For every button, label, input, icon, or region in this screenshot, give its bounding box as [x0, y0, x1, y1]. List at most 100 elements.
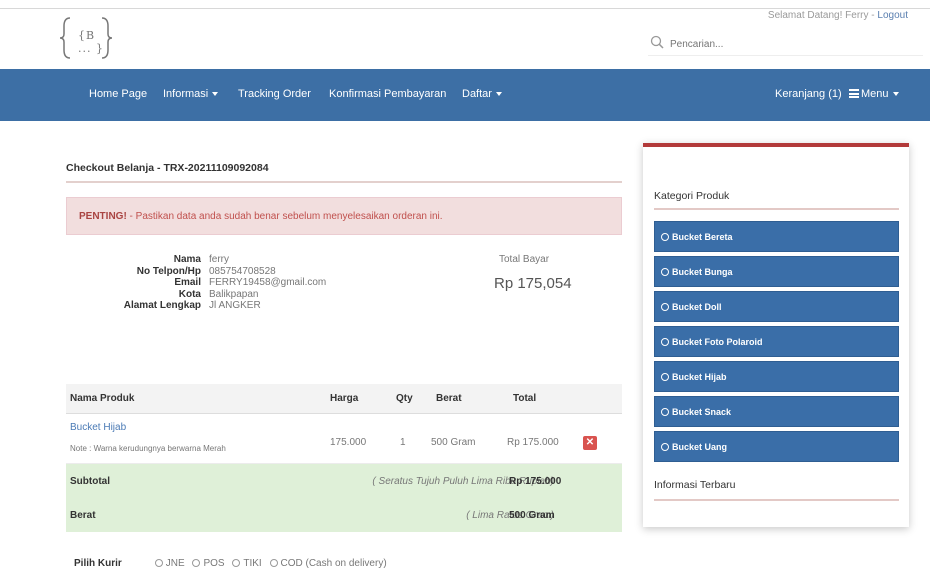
welcome-user: Selamat Datang! Ferry: [767, 10, 869, 21]
category-bucket-uang[interactable]: Bucket Uang: [654, 431, 899, 462]
category-bucket-foto-polaroid[interactable]: Bucket Foto Polaroid: [654, 326, 899, 357]
kategori-divider: [654, 208, 899, 210]
main-navbar: Home Page Informasi Tracking Order Konfi…: [0, 69, 930, 121]
menu-icon: [849, 89, 859, 98]
label-email: Email: [174, 277, 201, 289]
nav-menu[interactable]: Menu: [849, 88, 899, 100]
nav-konfirmasi-pembayaran[interactable]: Konfirmasi Pembayaran: [329, 88, 446, 100]
top-border: [0, 8, 930, 9]
caret-down-icon: [892, 92, 899, 97]
sidebar-panel: Kategori Produk Bucket Bereta Bucket Bun…: [643, 143, 909, 527]
nav-daftar-label: Daftar: [462, 88, 492, 100]
label-telpon: No Telpon/Hp: [136, 265, 201, 277]
table-header: Nama Produk Harga Qty Berat Total: [66, 384, 622, 414]
subtotal-value: Rp 175.000: [509, 476, 562, 487]
caret-down-icon: [212, 92, 219, 97]
category-label: Bucket Doll: [672, 302, 722, 312]
search-input[interactable]: [670, 34, 910, 54]
category-icon: [661, 373, 669, 381]
kategori-heading: Kategori Produk: [654, 190, 730, 202]
total-bayar-amount: Rp 175,054: [494, 275, 572, 292]
category-bucket-doll[interactable]: Bucket Doll: [654, 291, 899, 322]
remove-icon: ✕: [585, 437, 595, 448]
value-kota: Balikpapan: [209, 288, 259, 300]
radio-cod-label: COD (Cash on delivery): [280, 558, 387, 569]
label-nama: Nama: [173, 254, 201, 265]
category-label: Bucket Hijab: [672, 372, 727, 382]
alert-strong: PENTING!: [79, 211, 127, 222]
nav-home[interactable]: Home Page: [89, 88, 147, 100]
radio-circle[interactable]: [192, 559, 201, 567]
label-kota: Kota: [178, 288, 201, 300]
berat-label: Berat: [70, 510, 96, 521]
radio-pos[interactable]: POS: [192, 558, 225, 569]
category-bucket-snack[interactable]: Bucket Snack: [654, 396, 899, 427]
search-icon: [650, 35, 664, 49]
page-title: Checkout Belanja - TRX-20211109092084: [66, 162, 269, 174]
customer-info-values: ferry 085754708528 FERRY19458@gmail.com …: [209, 254, 459, 312]
nav-tracking-order[interactable]: Tracking Order: [238, 88, 311, 100]
category-icon: [661, 233, 669, 241]
radio-tiki-label: TIKI: [243, 558, 262, 569]
category-label: Bucket Bunga: [672, 267, 733, 277]
search-box[interactable]: [648, 34, 923, 56]
berat-row: Berat ( Lima Ratus Gram) 500 Gram: [66, 498, 622, 532]
kurir-label: Pilih Kurir: [74, 558, 122, 569]
product-link[interactable]: Bucket Hijab: [70, 422, 126, 433]
category-icon: [661, 443, 669, 451]
welcome-text: Selamat Datang! Ferry - Logout: [767, 10, 908, 21]
courier-selector: Pilih Kurir JNE POS TIKI COD (Cash on de…: [74, 558, 392, 569]
category-label: Bucket Bereta: [672, 232, 733, 242]
nav-daftar[interactable]: Daftar: [462, 88, 502, 100]
value-telpon: 085754708528: [209, 265, 276, 277]
category-icon: [661, 408, 669, 416]
radio-tiki[interactable]: TIKI: [232, 558, 262, 569]
table-row: Bucket Hijab Note : Warna kerudungnya be…: [66, 414, 622, 464]
informasi-heading: Informasi Terbaru: [654, 479, 736, 491]
radio-pos-label: POS: [203, 558, 225, 569]
category-bucket-bunga[interactable]: Bucket Bunga: [654, 256, 899, 287]
informasi-divider: [654, 499, 899, 501]
category-bucket-hijab[interactable]: Bucket Hijab: [654, 361, 899, 392]
nav-menu-label: Menu: [861, 88, 889, 100]
th-nama-produk: Nama Produk: [70, 393, 135, 404]
caret-down-icon: [495, 92, 502, 97]
customer-info-labels: Nama No Telpon/Hp Email Kota Alamat Leng…: [66, 254, 201, 312]
logo-text: {B ... }: [78, 29, 104, 55]
cell-qty: 1: [400, 437, 406, 448]
radio-circle[interactable]: [154, 559, 163, 567]
category-label: Bucket Uang: [672, 442, 728, 452]
cell-berat: 500 Gram: [431, 437, 476, 448]
nav-cart[interactable]: Keranjang (1): [775, 88, 842, 100]
site-logo[interactable]: {B ... }: [60, 14, 112, 62]
category-bucket-bereta[interactable]: Bucket Bereta: [654, 221, 899, 252]
category-icon: [661, 338, 669, 346]
subtotal-row: Subtotal ( Seratus Tujuh Puluh Lima Ribu…: [66, 464, 622, 498]
th-total: Total: [513, 393, 537, 404]
cell-total: Rp 175.000: [507, 437, 559, 448]
value-nama: ferry: [209, 254, 229, 265]
category-label: Bucket Foto Polaroid: [672, 337, 763, 347]
category-label: Bucket Snack: [672, 407, 732, 417]
radio-jne-label: JNE: [165, 558, 185, 569]
label-alamat: Alamat Lengkap: [123, 300, 201, 312]
value-email: FERRY19458@gmail.com: [209, 277, 327, 289]
th-qty: Qty: [396, 393, 413, 404]
radio-circle[interactable]: [269, 559, 278, 567]
berat-value: 500 Gram: [509, 510, 555, 521]
warning-alert: PENTING! - Pastikan data anda sudah bena…: [66, 197, 622, 235]
value-alamat: Jl ANGKER: [209, 300, 261, 312]
logout-link[interactable]: Logout: [877, 10, 908, 21]
th-harga: Harga: [330, 393, 359, 404]
nav-informasi[interactable]: Informasi: [163, 88, 219, 100]
radio-jne[interactable]: JNE: [154, 558, 185, 569]
cell-harga: 175.000: [330, 437, 367, 448]
category-icon: [661, 268, 669, 276]
remove-item-button[interactable]: ✕: [583, 436, 597, 450]
total-bayar-label: Total Bayar: [499, 254, 550, 265]
radio-cod[interactable]: COD (Cash on delivery): [269, 558, 387, 569]
title-divider: [66, 181, 622, 183]
radio-circle[interactable]: [232, 559, 241, 567]
alert-text: - Pastikan data anda sudah benar sebelum…: [126, 211, 443, 222]
subtotal-label: Subtotal: [70, 476, 110, 487]
